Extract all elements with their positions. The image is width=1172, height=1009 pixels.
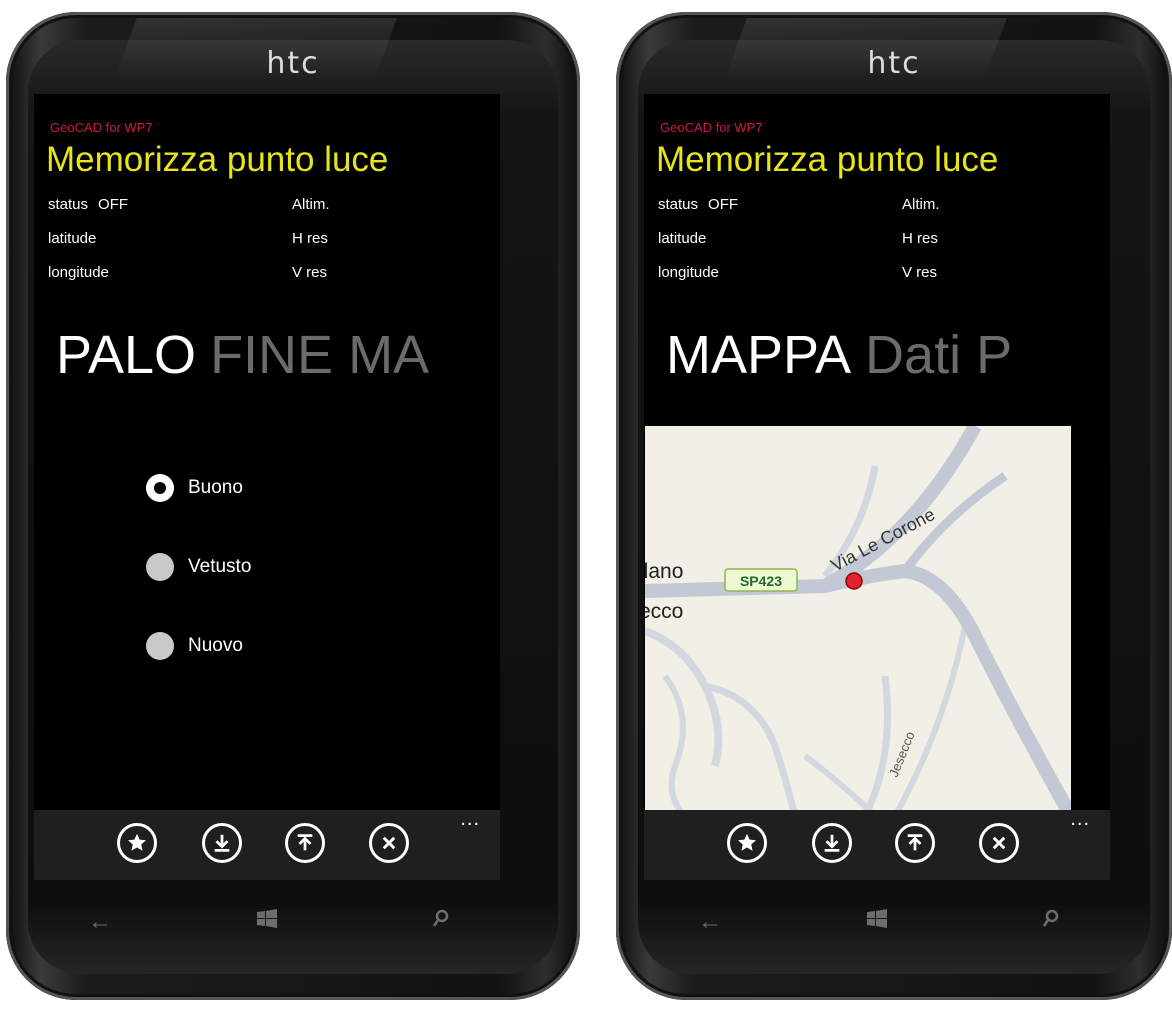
status-value: OFF (708, 196, 739, 213)
app-title: GeoCAD for WP7 (660, 120, 763, 135)
close-icon[interactable] (369, 823, 409, 863)
place-label-1: llano (645, 560, 683, 583)
hardware-buttons: ← (644, 892, 1110, 962)
download-icon[interactable] (202, 823, 242, 863)
street-label: Via Le Corone (827, 504, 938, 576)
pivot-tab-palo[interactable]: PALO (56, 325, 196, 385)
pivot-tab-mappa[interactable]: MAPPA (666, 325, 851, 385)
vres-label: V res (292, 264, 328, 281)
vres-label: V res (902, 264, 938, 281)
app-title: GeoCAD for WP7 (50, 120, 153, 135)
phone-screen: GeoCAD for WP7 Memorizza punto luce stat… (34, 94, 500, 880)
pivot-header: MAPPA Dati P (666, 324, 1012, 386)
status-label: status (48, 196, 89, 213)
close-icon[interactable] (979, 823, 1019, 863)
more-icon[interactable]: ... (1070, 808, 1090, 831)
back-icon[interactable]: ← (88, 908, 112, 936)
longitude-label: longitude (48, 264, 109, 281)
radio-nuovo[interactable]: Nuovo (146, 629, 243, 663)
application-bar: ... (34, 808, 500, 880)
hardware-buttons: ← (34, 892, 500, 962)
location-marker-icon (845, 572, 863, 590)
right-phone: htc GeoCAD for WP7 Memorizza punto luce … (616, 12, 1172, 1000)
pivot-tab-next[interactable]: Dati P (865, 325, 1012, 385)
road-badge: SP423 (740, 573, 782, 589)
star-icon[interactable] (727, 823, 767, 863)
brand-logo: htc (266, 46, 320, 81)
windows-icon[interactable] (256, 908, 278, 936)
map-view[interactable]: Via Le Corone Jesecco llano ecco SP423 (645, 426, 1071, 816)
upload-icon[interactable] (285, 823, 325, 863)
upload-icon[interactable] (895, 823, 935, 863)
pivot-tab-next[interactable]: FINE MA (210, 325, 429, 385)
radio-label: Buono (188, 477, 243, 498)
status-value: OFF (98, 196, 129, 213)
radio-buono[interactable]: Buono (146, 471, 243, 505)
left-phone: htc GeoCAD for WP7 Memorizza punto luce … (6, 12, 580, 1000)
status-row: status OFF (658, 196, 738, 213)
street-fragment: Jesecco (886, 729, 918, 779)
longitude-label: longitude (658, 264, 719, 281)
altim-label: Altim. (902, 196, 940, 213)
latitude-label: latitude (658, 230, 707, 247)
latitude-label: latitude (48, 230, 97, 247)
phone-screen: GeoCAD for WP7 Memorizza punto luce stat… (644, 94, 1110, 880)
altim-label: Altim. (292, 196, 330, 213)
download-icon[interactable] (812, 823, 852, 863)
brand-logo: htc (867, 46, 921, 81)
radio-label: Nuovo (188, 635, 243, 656)
radio-unchecked-icon[interactable] (146, 553, 174, 581)
windows-icon[interactable] (866, 908, 888, 936)
star-icon[interactable] (117, 823, 157, 863)
pivot-header: PALO FINE MA (56, 324, 429, 386)
search-icon[interactable] (432, 908, 450, 936)
search-icon[interactable] (1042, 908, 1060, 936)
radio-checked-icon[interactable] (146, 474, 174, 502)
application-bar: ... (644, 808, 1110, 880)
radio-unchecked-icon[interactable] (146, 632, 174, 660)
page-title: Memorizza punto luce (656, 140, 999, 179)
back-icon[interactable]: ← (698, 908, 722, 936)
page-title: Memorizza punto luce (46, 140, 389, 179)
radio-vetusto[interactable]: Vetusto (146, 550, 251, 584)
status-row: status OFF (48, 196, 128, 213)
status-label: status (658, 196, 699, 213)
more-icon[interactable]: ... (460, 808, 480, 831)
hres-label: H res (292, 230, 328, 247)
radio-label: Vetusto (188, 556, 252, 577)
hres-label: H res (902, 230, 938, 247)
place-label-2: ecco (645, 600, 683, 623)
